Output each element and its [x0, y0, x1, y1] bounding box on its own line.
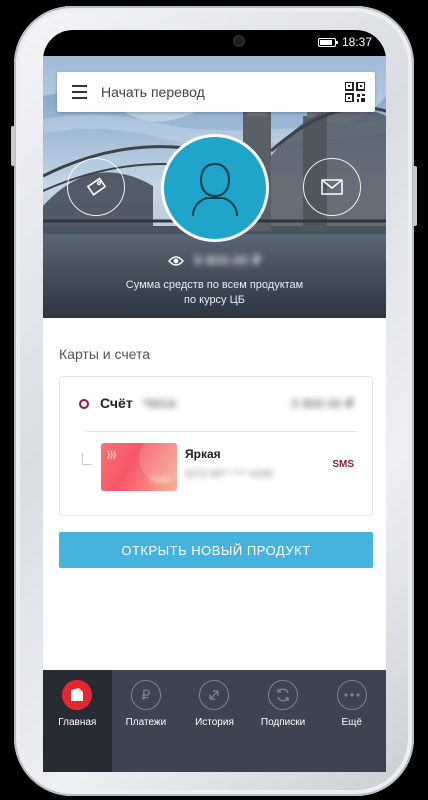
notch [135, 30, 295, 56]
status-time: 18:37 [341, 35, 372, 49]
app-screen: 18:37 Начать перевод 9 800.00 ₽ Сумма ср… [43, 30, 386, 772]
account-row[interactable]: Счёт *9916 0 800.00 ₽ [60, 377, 372, 431]
tab-more-label: Ещё [341, 717, 362, 728]
bottom-tab-bar: Главная ₽ Платежи История Подписки Ещё [43, 670, 386, 772]
ruble-icon: ₽ [130, 680, 161, 710]
history-icon [199, 680, 230, 710]
search-bar [57, 72, 375, 112]
tag-icon [86, 177, 107, 196]
tab-home[interactable]: Главная [43, 670, 112, 772]
card-number: 5272 69** **** 6439 [185, 469, 273, 480]
contactless-icon: ))) [107, 449, 116, 459]
tab-payments-label: Платежи [125, 717, 167, 728]
balance-caption: Сумма средств по всем продуктам по курсу… [43, 278, 386, 308]
open-new-product-button[interactable]: ОТКРЫТЬ НОВЫЙ ПРОДУКТ [59, 532, 373, 568]
status-bar: 18:37 [43, 30, 386, 56]
messages-button[interactable] [303, 158, 361, 216]
balance-caption-line2: по курсу ЦБ [184, 294, 245, 306]
tab-subscriptions-label: Подписки [260, 717, 306, 728]
account-status-dot [79, 399, 89, 409]
sms-button[interactable]: SMS [332, 459, 354, 470]
volume-button [11, 126, 15, 166]
tab-history-label: История [195, 717, 234, 728]
eye-icon[interactable] [167, 255, 184, 267]
card-last-digits: *6439 [148, 476, 169, 485]
qr-code-icon[interactable] [335, 72, 375, 112]
card-row[interactable]: ))) *6439 Яркая 5272 69** **** 6439 SMS [60, 439, 372, 499]
power-button [413, 166, 417, 226]
account-label: Счёт [100, 395, 133, 411]
divider [86, 431, 358, 432]
card-image: ))) *6439 [101, 443, 177, 491]
payment-tag-button[interactable] [67, 158, 125, 216]
battery-icon [317, 37, 338, 47]
hero-banner: 9 800.00 ₽ Сумма средств по всем продукт… [43, 56, 386, 318]
balance-row: 9 800.00 ₽ [43, 252, 386, 269]
card-name: Яркая [185, 447, 221, 461]
hamburger-menu-icon[interactable] [57, 72, 101, 112]
tab-payments[interactable]: ₽ Платежи [112, 670, 181, 772]
home-icon [62, 680, 93, 710]
account-card: Счёт *9916 0 800.00 ₽ ))) *6439 Яркая 52… [59, 376, 373, 516]
tab-more[interactable]: Ещё [317, 670, 386, 772]
more-icon [336, 680, 367, 710]
section-title-cards-accounts: Карты и счета [59, 346, 150, 362]
camera-icon [233, 35, 245, 47]
tab-subscriptions[interactable]: Подписки [249, 670, 318, 772]
account-balance: 0 800.00 ₽ [291, 396, 355, 411]
account-number: *9916 [142, 396, 176, 411]
status-right: 18:37 [317, 35, 372, 49]
tab-home-label: Главная [58, 717, 97, 728]
user-icon [192, 162, 238, 217]
mail-icon [321, 179, 343, 195]
total-balance: 9 800.00 ₽ [193, 252, 262, 268]
transfer-search-input[interactable] [101, 84, 335, 100]
subscriptions-icon [268, 680, 299, 710]
balance-caption-line1: Сумма средств по всем продуктам [125, 279, 304, 291]
tab-history[interactable]: История [180, 670, 249, 772]
avatar[interactable] [161, 134, 269, 242]
